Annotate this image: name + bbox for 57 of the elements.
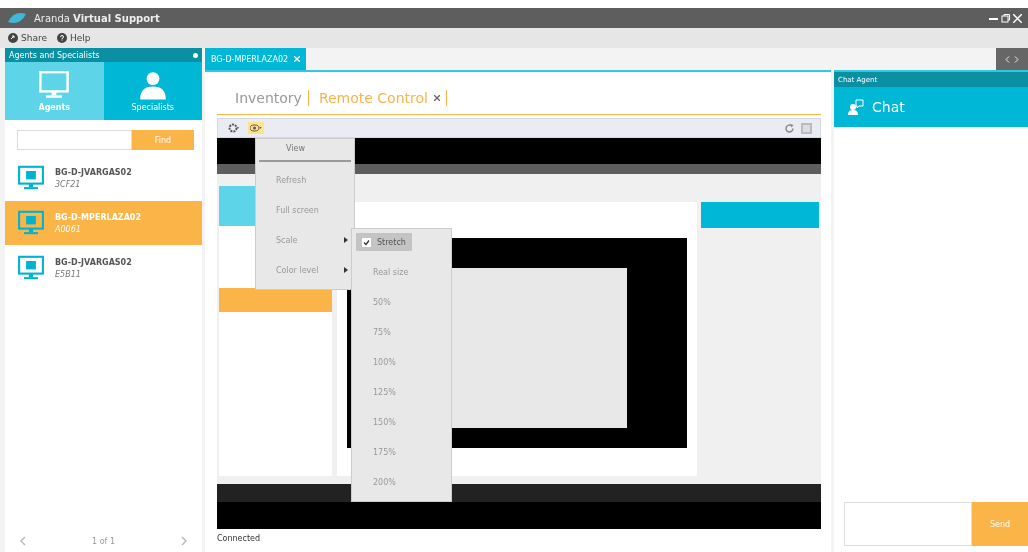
find-button[interactable]: Find bbox=[132, 130, 194, 150]
view-tab[interactable]: Inventory bbox=[231, 90, 309, 106]
agent-item[interactable]: BG-D-MPERLAZA02 A0061 bbox=[5, 201, 202, 245]
scale-option[interactable]: 125% bbox=[352, 377, 451, 407]
view-button[interactable] bbox=[248, 122, 264, 134]
settings-button[interactable] bbox=[226, 122, 242, 134]
sidebar-tab[interactable]: Agents bbox=[5, 62, 104, 120]
scale-option[interactable]: Real size bbox=[352, 257, 451, 287]
agent-name: BG-D-JVARGAS02 bbox=[55, 167, 132, 177]
monitor-icon bbox=[17, 165, 45, 191]
close-icon[interactable] bbox=[433, 95, 440, 101]
scale-option[interactable]: 75% bbox=[352, 317, 451, 347]
monitor-icon bbox=[17, 210, 45, 236]
menu-item[interactable]: Full screen bbox=[256, 195, 354, 225]
pin-icon[interactable] bbox=[193, 52, 198, 58]
scale-option[interactable]: 175% bbox=[352, 437, 451, 467]
chevron-right-icon[interactable] bbox=[180, 536, 188, 546]
fullscreen-icon[interactable] bbox=[801, 122, 812, 134]
share-icon bbox=[8, 33, 18, 43]
scale-option[interactable]: 50% bbox=[352, 287, 451, 317]
check-icon bbox=[362, 237, 371, 247]
chevron-left-icon[interactable] bbox=[19, 536, 27, 546]
search-field[interactable] bbox=[17, 130, 132, 150]
submenu-item[interactable]: Color level bbox=[256, 255, 354, 285]
monitor-icon bbox=[17, 255, 45, 281]
menu-item[interactable]: Refresh bbox=[256, 165, 354, 195]
logo-icon bbox=[6, 12, 28, 24]
session-tab[interactable]: BG-D-MPERLAZA02 bbox=[205, 48, 307, 70]
message-field[interactable] bbox=[844, 502, 972, 546]
menu-header: View bbox=[285, 142, 306, 155]
panel-title: Agents and Specialists bbox=[9, 50, 100, 60]
page-indicator: 1 of 1 bbox=[92, 536, 115, 546]
submenu-arrow-icon bbox=[344, 267, 348, 273]
sidebar-tab[interactable]: Specialists bbox=[103, 62, 202, 120]
window-title: Aranda Virtual Support bbox=[34, 12, 161, 24]
send-button[interactable]: Send bbox=[972, 502, 1028, 546]
scale-option[interactable]: Stretch bbox=[356, 233, 412, 251]
submenu-item[interactable]: Scale bbox=[256, 225, 354, 255]
chat-title: Chat bbox=[872, 99, 905, 115]
agent-code: 3CF21 bbox=[55, 179, 82, 189]
status-text: Connected bbox=[217, 532, 262, 545]
agent-code: A0061 bbox=[55, 224, 82, 234]
agent-name: BG-D-MPERLAZA02 bbox=[55, 212, 141, 222]
restore-icon[interactable] bbox=[1001, 13, 1010, 23]
agent-code: E5B11 bbox=[55, 269, 82, 279]
toolbar-button[interactable]: Help bbox=[57, 33, 91, 43]
help-icon bbox=[57, 33, 67, 43]
scale-option[interactable]: 200% bbox=[352, 467, 451, 497]
refresh-icon[interactable] bbox=[784, 122, 795, 134]
scale-option[interactable]: 150% bbox=[352, 407, 451, 437]
monitor-icon bbox=[38, 70, 71, 100]
scale-option[interactable]: 100% bbox=[352, 347, 451, 377]
submenu-arrow-icon bbox=[344, 237, 348, 243]
view-tab[interactable]: Remote Control bbox=[314, 90, 447, 106]
toolbar-button[interactable]: Share bbox=[8, 33, 47, 43]
agent-name: BG-D-JVARGAS02 bbox=[55, 257, 132, 267]
chat-agent-icon bbox=[848, 99, 864, 115]
